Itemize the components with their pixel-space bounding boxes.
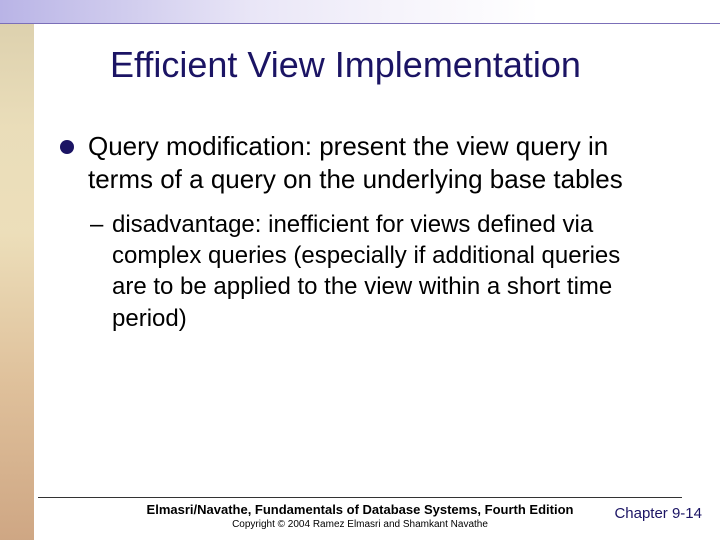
footer-sub-text: Copyright © 2004 Ramez Elmasri and Shamk… bbox=[0, 519, 720, 530]
slide: Efficient View Implementation Query modi… bbox=[0, 0, 720, 540]
slide-body: Query modification: present the view que… bbox=[60, 130, 660, 334]
slide-footer: Elmasri/Navathe, Fundamentals of Databas… bbox=[0, 497, 720, 530]
slide-title: Efficient View Implementation bbox=[110, 44, 680, 86]
footer-divider bbox=[38, 497, 682, 498]
dash-icon: – bbox=[90, 209, 103, 240]
bullet1-text: Query modification: present the view que… bbox=[88, 131, 623, 194]
bullet-level-1: Query modification: present the view que… bbox=[60, 130, 660, 195]
decorative-left-band bbox=[0, 24, 34, 540]
page-number: Chapter 9-14 bbox=[614, 505, 702, 522]
bullet2-text: disadvantage: inefficient for views defi… bbox=[112, 211, 620, 332]
bullet-level-2: – disadvantage: inefficient for views de… bbox=[90, 209, 660, 334]
footer-main-text: Elmasri/Navathe, Fundamentals of Databas… bbox=[0, 502, 720, 517]
decorative-top-band bbox=[0, 0, 720, 24]
